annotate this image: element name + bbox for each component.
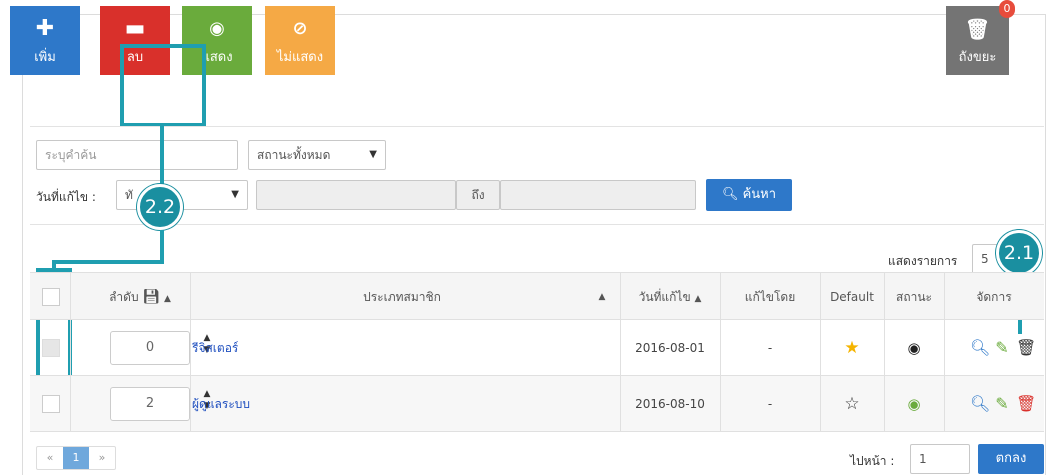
search-icon: 🔍︎ [721,187,739,202]
hide-button[interactable]: ⊘ ไม่แสดง [265,6,335,75]
col-modified-by[interactable]: แก้ไขโดย [720,273,820,321]
eye-slash-icon: ⊘ [292,18,308,39]
row-checkbox[interactable] [42,395,60,413]
default-star-outline-icon[interactable]: ☆ [820,376,884,432]
add-button[interactable]: ✚ เพิ่ม [10,6,80,75]
col-status[interactable]: สถานะ [884,273,944,321]
delete-trash-icon[interactable]: 🗑 [1016,320,1036,376]
modified-date: 2016-08-10 [635,397,705,411]
view-search-icon[interactable]: 🔍︎ [970,376,990,432]
keyword-input[interactable]: ระบุคำค้น [36,140,238,170]
order-input[interactable]: 2 [110,387,190,421]
goto-page-input[interactable]: 1 [910,444,970,474]
order-input[interactable]: 0 [110,331,190,365]
delete-highlight-frame [120,44,206,127]
row-checkbox[interactable] [42,339,60,357]
trash-count-badge: 0 [999,0,1015,18]
view-search-icon[interactable]: 🔍︎ [970,320,990,376]
caret-down-icon: ▼ [369,149,377,160]
save-icon: 💾︎ [142,289,161,305]
col-divider [70,272,71,432]
goto-ok-button[interactable]: ตกลง [978,444,1044,474]
page-1-button[interactable]: 1 [63,447,89,469]
next-page-button[interactable]: » [89,447,115,469]
modified-date: 2016-08-01 [635,341,705,355]
select-all-checkbox[interactable] [42,288,60,306]
visible-eye-icon[interactable]: ◉ [884,376,944,432]
sort-up-icon[interactable]: ▲ [592,273,612,321]
col-divider [884,272,885,432]
divider [30,126,1044,127]
callout-line [160,126,164,186]
date-to-label: ถึง [456,180,500,210]
date-to-input[interactable] [500,180,696,210]
col-manage: จัดการ [976,290,1012,304]
type-link[interactable]: รีจิสเตอร์ [192,320,238,376]
plus-icon: ✚ [35,16,55,41]
callout-line [52,260,164,264]
goto-label: ไปหน้า : [850,454,895,468]
delete-trash-icon[interactable]: 🗑 [1016,376,1036,432]
col-type[interactable]: ประเภทสมาชิก [190,273,614,321]
date-from-input[interactable] [256,180,456,210]
col-modified[interactable]: วันที่แก้ไข ▲ [620,273,720,321]
col-order[interactable]: ลำดับ 💾︎ ▲ [90,273,190,321]
trash-icon: 🗑 [964,17,991,41]
eye-icon: ◉ [209,18,225,39]
prev-page-button[interactable]: « [37,447,63,469]
visible-eye-icon[interactable]: ◉ [884,320,944,376]
trash-button[interactable]: 🗑 ถังขยะ 0 [946,0,1015,75]
minus-icon: ▬ [124,16,146,41]
date-label: วันที่แก้ไข : [36,190,96,204]
col-divider [944,272,945,432]
modified-by: - [767,341,773,355]
show-count-label: แสดงรายการ [888,254,958,268]
pagination: « 1 » [36,446,116,470]
edit-pencil-icon[interactable]: ✎ [992,376,1012,432]
sort-up-icon: ▲ [694,294,702,304]
callout-2-2: 2.2 [137,184,183,230]
col-default[interactable]: Default [820,273,884,321]
col-divider [190,272,191,432]
col-divider [620,272,621,432]
caret-down-icon: ▼ [231,189,239,200]
modified-by: - [767,397,773,411]
search-button[interactable]: 🔍︎ ค้นหา [706,179,792,211]
callout-line [160,230,164,262]
col-divider [720,272,721,432]
divider [30,224,1044,225]
table-header: ลำดับ 💾︎ ▲ ประเภทสมาชิก ▲ วันที่แก้ไข ▲ … [30,272,1044,320]
edit-pencil-icon[interactable]: ✎ [992,320,1012,376]
type-link[interactable]: ผู้ดูแลระบบ [192,376,250,432]
status-select[interactable]: สถานะทั้งหมด ▼ [248,140,386,170]
default-star-icon[interactable]: ★ [820,320,884,376]
table-row: 2 ▲ ▼ ผู้ดูแลระบบ 2016-08-10 - ☆ ◉ 🔍︎ ✎ 🗑 [30,376,1044,432]
col-divider [820,272,821,432]
sort-up-icon: ▲ [164,294,171,304]
table-row: 0 ▲ ▼ รีจิสเตอร์ 2016-08-01 - ★ ◉ 🔍︎ ✎ 🗑 [30,320,1044,376]
callout-2-1: 2.1 [996,230,1042,276]
